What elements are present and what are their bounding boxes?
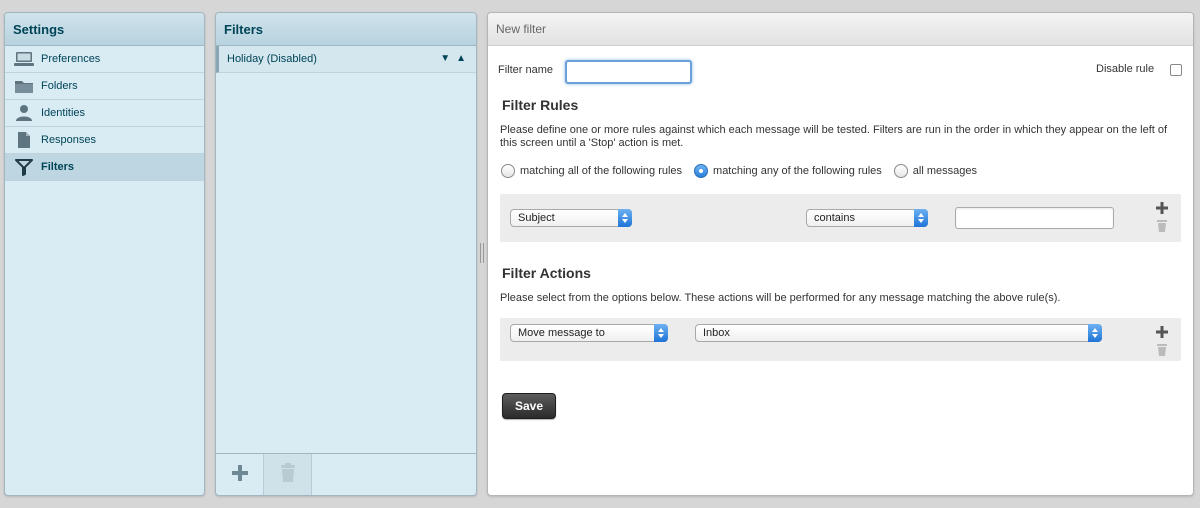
nav-item-label: Responses (41, 134, 97, 146)
filters-footer (216, 453, 476, 495)
action-target-value: Inbox (703, 327, 730, 339)
nav-item-label: Identities (41, 107, 86, 119)
person-icon (13, 104, 35, 122)
nav-item-label: Folders (41, 80, 78, 92)
settings-nav: Preferences Folders Identities Responses… (5, 46, 204, 181)
match-all-label: matching all of the following rules (520, 165, 683, 177)
nav-item-filters[interactable]: Filters (5, 154, 204, 181)
add-action-icon[interactable] (1156, 326, 1168, 341)
move-down-icon[interactable]: ▼ (440, 53, 450, 64)
filter-actions-heading: Filter Actions (502, 265, 591, 281)
document-icon (13, 131, 35, 149)
delete-action-icon[interactable] (1156, 343, 1168, 359)
select-stepper-icon (914, 209, 928, 227)
nav-item-preferences[interactable]: Preferences (5, 46, 204, 73)
filters-panel: Filters Holiday (Disabled) ▼ ▲ (215, 12, 477, 496)
rule-row: Subject contains (500, 194, 1181, 242)
add-filter-button[interactable] (216, 454, 264, 495)
rule-operator-value: contains (814, 212, 855, 224)
filter-name-input[interactable] (565, 60, 692, 84)
action-type-value: Move message to (518, 327, 605, 339)
plus-icon (231, 464, 249, 485)
match-any-radio[interactable] (694, 164, 709, 178)
all-messages-label: all messages (912, 165, 977, 177)
select-stepper-icon (618, 209, 632, 227)
rule-operator-select[interactable]: contains (806, 209, 928, 227)
rule-header-value: Subject (518, 212, 555, 224)
select-stepper-icon (1088, 324, 1102, 342)
action-type-select[interactable]: Move message to (510, 324, 668, 342)
filter-actions-description: Please select from the options below. Th… (500, 292, 1061, 304)
match-all-radio[interactable] (501, 164, 515, 178)
rule-header-select[interactable]: Subject (510, 209, 632, 227)
settings-panel: Settings Preferences Folders Identities … (4, 12, 205, 496)
all-messages-radio[interactable] (893, 164, 908, 178)
trash-icon (279, 463, 297, 486)
disable-rule-checkbox[interactable] (1170, 64, 1182, 76)
delete-filter-button[interactable] (264, 454, 312, 495)
panel-splitter[interactable] (480, 243, 484, 263)
disable-rule-label: Disable rule (1096, 63, 1155, 75)
nav-item-responses[interactable]: Responses (5, 127, 204, 154)
filter-rules-heading: Filter Rules (502, 97, 579, 113)
nav-item-folders[interactable]: Folders (5, 73, 204, 100)
monitor-icon (13, 50, 35, 68)
rule-value-input[interactable] (955, 207, 1114, 229)
filter-form-panel: New filter Filter name Disable rule Filt… (487, 12, 1194, 496)
funnel-icon (13, 158, 35, 176)
select-stepper-icon (654, 324, 668, 342)
add-rule-icon[interactable] (1156, 202, 1168, 217)
move-up-icon[interactable]: ▲ (456, 53, 466, 64)
filter-rules-description: Please define one or more rules against … (500, 124, 1168, 149)
settings-title: Settings (5, 13, 204, 46)
action-row: Move message to Inbox (500, 318, 1181, 361)
match-any-label: matching any of the following rules (713, 165, 882, 177)
action-target-select[interactable]: Inbox (695, 324, 1102, 342)
folder-icon (13, 77, 35, 95)
nav-item-label: Filters (41, 161, 75, 173)
filter-name-label: Filter name (498, 64, 554, 76)
nav-item-identities[interactable]: Identities (5, 100, 204, 127)
form-title: New filter (488, 13, 1193, 46)
save-button[interactable]: Save (502, 393, 556, 419)
match-all-option[interactable]: matching all of the following rules (501, 164, 682, 178)
match-any-option[interactable]: matching any of the following rules (694, 164, 882, 178)
match-type-group: matching all of the following rules matc… (501, 164, 985, 178)
nav-item-label: Preferences (41, 53, 101, 65)
filter-list-item[interactable]: Holiday (Disabled) ▼ ▲ (216, 46, 476, 73)
match-all-messages-option[interactable]: all messages (893, 164, 977, 178)
filters-title: Filters (216, 13, 476, 46)
delete-rule-icon[interactable] (1156, 219, 1168, 235)
filter-item-label: Holiday (Disabled) (227, 53, 317, 65)
